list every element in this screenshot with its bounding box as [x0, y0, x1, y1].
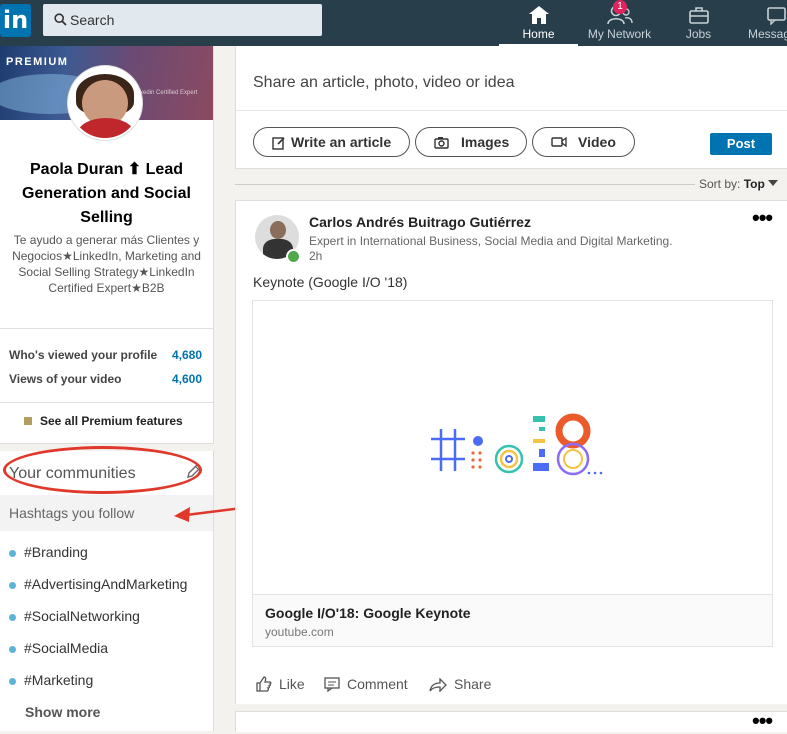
share-label: Share: [454, 676, 492, 692]
camera-icon: [434, 137, 449, 149]
profile-avatar[interactable]: [68, 66, 142, 140]
divider: [0, 402, 213, 403]
stat-value: 4,680: [171, 348, 202, 362]
search-input[interactable]: Search: [43, 4, 322, 36]
see-premium-features-link[interactable]: See all Premium features: [40, 414, 183, 428]
hashtag-dot-icon: [9, 645, 16, 653]
post-author-name[interactable]: Carlos Andrés Buitrago Gutiérrez: [309, 214, 531, 230]
hashtag-label: #SocialMedia: [24, 640, 109, 656]
stat-video-views[interactable]: Views of your video 4,600: [9, 372, 202, 386]
hashtag-item[interactable]: #AdvertisingAndMarketing: [9, 576, 187, 592]
premium-square-icon: [24, 417, 32, 425]
divider: [0, 328, 213, 329]
profile-card: PREMIUM kedin Certified Expert Paola Dur…: [0, 46, 214, 444]
post-button[interactable]: Post: [710, 133, 772, 155]
home-icon: [528, 6, 549, 24]
nav-item-messaging[interactable]: Messag: [740, 0, 787, 46]
next-feed-post: •••: [235, 708, 787, 734]
banner-caption: kedin Certified Expert: [140, 90, 198, 96]
google-io-18-logo: [431, 413, 603, 476]
link-preview-title: Google I/O'18: Google Keynote: [265, 605, 471, 621]
hashtag-item[interactable]: #SocialMedia: [9, 640, 108, 656]
linkedin-logo[interactable]: in: [0, 4, 31, 37]
messaging-icon: [767, 7, 786, 25]
write-article-label: Write an article: [291, 134, 392, 150]
search-icon: [54, 13, 67, 26]
avatar-clothing: [78, 118, 134, 138]
video-label: Video: [578, 134, 616, 150]
images-button[interactable]: Images: [415, 127, 527, 157]
post-timestamp: 2h: [309, 249, 323, 263]
stat-value: 4,600: [171, 372, 202, 386]
hashtag-item[interactable]: #Marketing: [9, 672, 93, 688]
post-text: Keynote (Google I/O '18): [253, 274, 408, 290]
hashtag-label: #Branding: [24, 544, 88, 560]
hashtags-header-label: Hashtags you follow: [9, 505, 135, 521]
stat-label: Views of your video: [9, 372, 122, 386]
hashtag-dot-icon: [9, 677, 16, 685]
profile-headline: Te ayudo a generar más Clientes y Negoci…: [12, 233, 201, 295]
stat-profile-views[interactable]: Who's viewed your profile 4,680: [9, 348, 202, 362]
comment-label: Comment: [347, 676, 408, 692]
link-preview-domain: youtube.com: [265, 625, 334, 639]
hashtag-dot-icon: [9, 613, 16, 621]
share-prompt[interactable]: Share an article, photo, video or idea: [253, 74, 515, 92]
link-preview-caption[interactable]: Google I/O'18: Google Keynote youtube.co…: [252, 594, 773, 647]
nav-item-my-network[interactable]: 1 My Network: [580, 0, 659, 46]
online-status-icon: [286, 249, 301, 264]
nav-item-jobs[interactable]: Jobs: [662, 0, 735, 46]
share-button[interactable]: Share: [429, 676, 492, 693]
hashtag-dot-icon: [9, 581, 16, 589]
hashtag-label: #SocialNetworking: [24, 608, 140, 624]
share-box: Share an article, photo, video or idea W…: [235, 46, 787, 169]
post-author-headline: Expert in International Business, Social…: [309, 234, 673, 248]
stat-label: Who's viewed your profile: [9, 348, 158, 362]
images-label: Images: [461, 134, 510, 150]
sort-divider: [235, 184, 695, 185]
feed-post: Carlos Andrés Buitrago Gutiérrez Expert …: [235, 200, 787, 704]
hashtag-item[interactable]: #Branding: [9, 544, 88, 560]
top-nav-bar: in Search Home 1 My Network Jobs Messag: [0, 0, 787, 46]
nav-label-jobs: Jobs: [685, 27, 712, 41]
hashtag-item[interactable]: #SocialNetworking: [9, 608, 140, 624]
hashtag-label: #AdvertisingAndMarketing: [24, 576, 188, 592]
more-options-icon[interactable]: •••: [752, 708, 773, 734]
sort-by-dropdown[interactable]: Sort by: Top: [699, 177, 779, 191]
video-camera-icon: [551, 136, 567, 148]
write-article-icon: [272, 137, 285, 150]
sort-label: Sort by:: [699, 177, 741, 191]
caret-down-icon: [768, 180, 779, 186]
network-notification-badge: 1: [613, 0, 627, 14]
comment-icon: [324, 677, 340, 693]
thumbs-up-icon: [256, 676, 272, 692]
nav-label-my-network: My Network: [587, 27, 652, 41]
video-button[interactable]: Video: [532, 127, 635, 157]
nav-label-home: Home: [522, 27, 555, 41]
nav-label-messaging: Messag: [748, 27, 787, 41]
write-article-button[interactable]: Write an article: [253, 127, 410, 157]
premium-label: PREMIUM: [6, 56, 69, 68]
nav-item-home[interactable]: Home: [499, 0, 578, 46]
comment-button[interactable]: Comment: [324, 676, 408, 693]
avatar-head: [270, 221, 286, 239]
share-arrow-icon: [429, 677, 447, 693]
hashtag-dot-icon: [9, 549, 16, 557]
search-placeholder: Search: [70, 12, 115, 28]
show-more-button[interactable]: Show more: [25, 704, 100, 720]
sort-value: Top: [743, 177, 765, 191]
hashtag-label: #Marketing: [24, 672, 94, 688]
annotation-ellipse: [3, 446, 202, 494]
like-button[interactable]: Like: [256, 676, 305, 692]
like-label: Like: [279, 676, 305, 692]
more-options-icon[interactable]: •••: [752, 205, 773, 231]
divider: [236, 110, 787, 111]
briefcase-icon: [688, 7, 709, 24]
profile-name[interactable]: Paola Duran ⬆ Lead Generation and Social…: [8, 158, 205, 230]
